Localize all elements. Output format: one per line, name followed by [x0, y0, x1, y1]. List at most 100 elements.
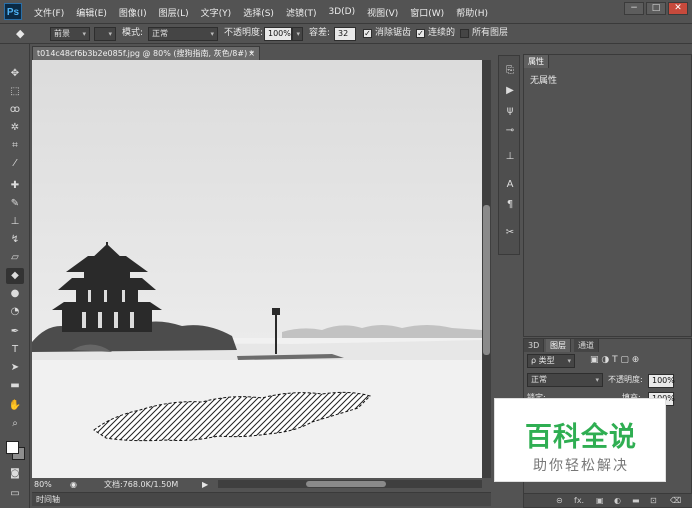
marquee-tool-icon[interactable]: ⬚ [6, 84, 24, 100]
chevron-down-icon: ▾ [108, 30, 112, 38]
add-mask-icon[interactable]: ▣ [596, 496, 604, 505]
layers-footer: ⊝ fx. ▣ ◐ ▬ ⊡ ⌫ [524, 493, 692, 507]
history-brush-tool-icon[interactable]: ↯ [6, 232, 24, 248]
contiguous-checkbox[interactable]: ✓ [416, 29, 425, 38]
watermark-title: 百科全说 [525, 422, 637, 453]
blend-mode-select[interactable]: 正常 ▾ [527, 373, 603, 387]
tab-layers[interactable]: 图层 [546, 339, 571, 352]
menu-window[interactable]: 窗口(W) [410, 6, 444, 19]
tab-properties[interactable]: 属性 [524, 55, 549, 68]
photoshop-logo[interactable]: Ps [4, 3, 22, 20]
layer-filter-select[interactable]: ρ 类型 ▾ [527, 354, 575, 368]
zoom-level[interactable]: 80% [34, 478, 52, 491]
pattern-picker[interactable]: ▾ [94, 27, 116, 41]
magic-wand-tool-icon[interactable]: ✲ [6, 120, 24, 136]
document-canvas[interactable] [32, 60, 482, 478]
menu-type[interactable]: 文字(Y) [201, 6, 232, 19]
close-button[interactable]: ✕ [668, 2, 688, 15]
new-layer-icon[interactable]: ⊡ [650, 496, 657, 505]
mode-label: 模式: [122, 28, 144, 38]
vertical-scrollbar[interactable] [482, 60, 491, 478]
menu-file[interactable]: 文件(F) [34, 6, 64, 19]
brush-presets-icon[interactable]: ψ [503, 104, 517, 118]
rectangle-tool-icon[interactable]: ▬ [6, 378, 24, 394]
tab-3d[interactable]: 3D [524, 339, 545, 352]
menu-3d[interactable]: 3D(D) [328, 7, 355, 17]
paint-bucket-icon[interactable]: ◆ [16, 26, 24, 41]
lasso-tool-icon[interactable]: ꝏ [6, 102, 24, 118]
close-tab-icon[interactable]: × [248, 47, 255, 60]
move-tool-icon[interactable]: ✥ [6, 66, 24, 82]
vertical-scroll-thumb[interactable] [483, 205, 490, 355]
zoom-tool-icon[interactable]: ⌕ [6, 416, 24, 432]
clone-stamp-tool-icon[interactable]: ⊥ [6, 214, 24, 230]
opacity-slider-button[interactable]: ▾ [292, 27, 303, 41]
actions-play-icon[interactable]: ▶ [503, 84, 517, 98]
opacity-label: 不透明度: [224, 28, 264, 38]
delete-layer-icon[interactable]: ⌫ [670, 496, 681, 505]
fill-source-select[interactable]: 前景 ▾ [50, 27, 90, 41]
tool-presets-icon[interactable]: ⊸ [503, 124, 517, 138]
character-icon[interactable]: A [503, 178, 517, 192]
chevron-down-icon: ▾ [567, 357, 571, 365]
all-layers-label: 所有图层 [472, 28, 509, 38]
antialias-checkbox[interactable]: ✓ [363, 29, 372, 38]
filter-icons[interactable]: ▣ ◑ T ▢ ⊕ [590, 355, 639, 365]
new-group-icon[interactable]: ▬ [632, 496, 640, 505]
options-bar: ◆ 前景 ▾ ▾ 模式: 正常 ▾ 不透明度: 100% ▾ 容差: 32 ✓ 消除… [0, 24, 692, 44]
status-info-icon[interactable]: ◉ [70, 478, 77, 491]
minimize-button[interactable]: − [624, 2, 644, 15]
maximize-button[interactable]: □ [646, 2, 666, 15]
type-tool-icon[interactable]: T [6, 342, 24, 358]
menu-items: 文件(F) 编辑(E) 图像(I) 图层(L) 文字(Y) 选择(S) 滤镜(T… [34, 0, 500, 24]
menu-image[interactable]: 图像(I) [119, 6, 147, 19]
menu-layer[interactable]: 图层(L) [159, 6, 189, 19]
layer-opacity-input[interactable]: 100% [648, 374, 675, 388]
horizontal-scrollbar[interactable] [218, 480, 482, 488]
fx-icon[interactable]: fx. [574, 496, 584, 505]
foreground-color-swatch[interactable] [6, 441, 19, 454]
document-tab[interactable]: t014c48cf6b3b2e085f.jpg @ 80% (搜狗指南, 灰色/… [32, 46, 260, 60]
menu-select[interactable]: 选择(S) [243, 6, 274, 19]
blur-tool-icon[interactable]: ● [6, 286, 24, 302]
menu-view[interactable]: 视图(V) [367, 6, 398, 19]
panel-dock: ⎘ ▶ ψ ⊸ ⊥ A ¶ ✂ [498, 55, 520, 255]
eraser-tool-icon[interactable]: ▱ [6, 250, 24, 266]
history-icon[interactable]: ⎘ [503, 64, 517, 78]
tools-options-icon[interactable]: ✂ [503, 226, 517, 240]
chevron-down-icon: ▾ [82, 30, 86, 38]
timeline-panel-tab[interactable]: 时间轴 [32, 492, 491, 506]
crop-tool-icon[interactable]: ⌗ [6, 138, 24, 154]
paragraph-icon[interactable]: ¶ [503, 198, 517, 212]
antialias-label: 消除锯齿 [375, 28, 412, 38]
tab-channels[interactable]: 通道 [574, 339, 599, 352]
quick-mask-icon[interactable]: ◙ [6, 466, 24, 482]
menu-filter[interactable]: 滤镜(T) [286, 6, 317, 19]
tolerance-label: 容差: [309, 28, 331, 38]
link-layers-icon[interactable]: ⊝ [556, 496, 563, 505]
no-properties-text: 无属性 [530, 76, 558, 86]
clone-source-icon[interactable]: ⊥ [503, 150, 517, 164]
screen-mode-icon[interactable]: ▭ [6, 486, 24, 502]
layer-filter-value: ρ 类型 [531, 356, 555, 365]
adjustment-layer-icon[interactable]: ◐ [614, 496, 621, 505]
path-selection-tool-icon[interactable]: ➤ [6, 360, 24, 376]
status-menu-arrow-icon[interactable]: ▶ [202, 478, 208, 491]
hand-tool-icon[interactable]: ✋ [6, 398, 24, 414]
mode-value: 正常 [152, 29, 168, 38]
tolerance-input[interactable]: 32 [334, 27, 356, 41]
layer-opacity-label: 不透明度: [608, 375, 643, 384]
brush-tool-icon[interactable]: ✎ [6, 196, 24, 212]
mode-select[interactable]: 正常 ▾ [148, 27, 218, 41]
horizontal-scroll-thumb[interactable] [306, 481, 386, 487]
menu-edit[interactable]: 编辑(E) [76, 6, 107, 19]
paint-bucket-tool-icon[interactable]: ◆ [6, 268, 24, 284]
timeline-label: 时间轴 [36, 495, 60, 504]
dodge-tool-icon[interactable]: ◔ [6, 304, 24, 320]
healing-brush-tool-icon[interactable]: ✚ [6, 178, 24, 194]
opacity-input[interactable]: 100% [264, 27, 292, 41]
eyedropper-tool-icon[interactable]: ⁄ [6, 156, 24, 172]
menu-help[interactable]: 帮助(H) [456, 6, 488, 19]
pen-tool-icon[interactable]: ✒ [6, 324, 24, 340]
all-layers-checkbox[interactable] [460, 29, 469, 38]
